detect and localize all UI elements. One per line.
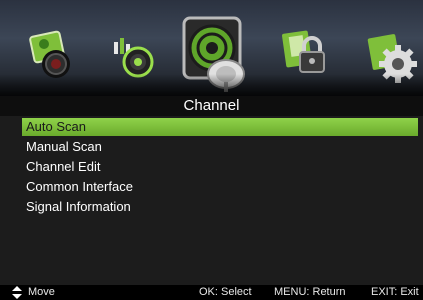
menu-item-label: Common Interface [26, 179, 133, 194]
up-down-arrow-icon [12, 286, 22, 299]
menu-item-label: Manual Scan [26, 139, 102, 154]
sound-icon[interactable] [108, 28, 160, 80]
menu-item-label: Channel Edit [26, 159, 101, 174]
menu-item-channel-edit[interactable]: Channel Edit [0, 157, 423, 177]
page-title: Channel [0, 96, 423, 116]
menu-item-manual-scan[interactable]: Manual Scan [0, 137, 423, 157]
menu-item-label: Signal Information [26, 199, 131, 214]
menu-item-common-interface[interactable]: Common Interface [0, 177, 423, 197]
menu-item-signal-information[interactable]: Signal Information [0, 197, 423, 217]
setup-gear-icon[interactable] [364, 30, 420, 86]
channel-satellite-icon[interactable] [178, 14, 256, 94]
hint-exit: EXIT: Exit [371, 286, 419, 298]
picture-icon[interactable] [22, 26, 78, 82]
hint-move: Move [28, 286, 55, 298]
key-hint-bar: Move OK: Select MENU: Return EXIT: Exit [0, 285, 423, 300]
menu-item-auto-scan[interactable]: Auto Scan [0, 117, 423, 137]
hint-menu-return: MENU: Return [274, 286, 346, 298]
channel-menu: Auto Scan Manual Scan Channel Edit Commo… [0, 117, 423, 217]
menu-icon-bar [0, 0, 423, 96]
hint-ok-select: OK: Select [199, 286, 252, 298]
menu-item-label: Auto Scan [26, 119, 86, 134]
lock-icon[interactable] [276, 26, 332, 82]
